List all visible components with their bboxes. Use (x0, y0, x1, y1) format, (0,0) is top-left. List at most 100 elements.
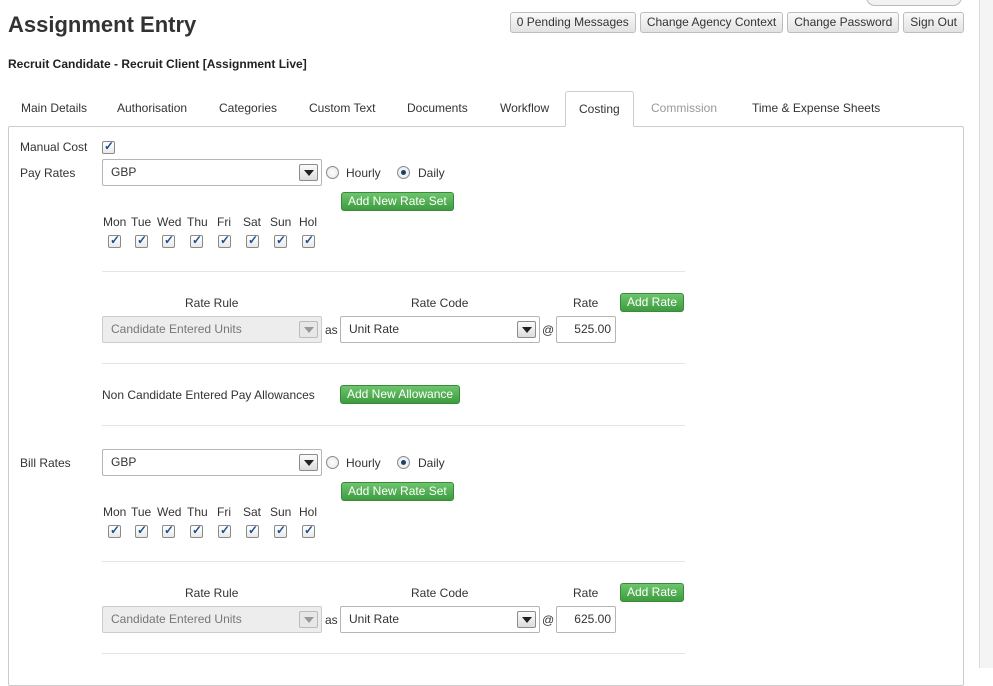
pending-messages-button[interactable]: 0 Pending Messages (509, 12, 636, 33)
pay-day-checkbox[interactable]: ✓ (190, 233, 203, 248)
bill-daily-label: Daily (418, 456, 445, 470)
divider (102, 271, 685, 272)
at-label: @ (542, 613, 555, 627)
pay-day-checkbox[interactable]: ✓ (135, 233, 148, 248)
tab-commission: Commission (651, 101, 718, 115)
divider (102, 561, 685, 562)
bill-day-label: Sun (270, 505, 292, 519)
pay-day-checkbox[interactable]: ✓ (302, 233, 315, 248)
bill-day-checkbox[interactable]: ✓ (135, 523, 148, 538)
change-password-button[interactable]: Change Password (787, 12, 900, 33)
page-title: Assignment Entry (8, 12, 197, 37)
pay-hourly-label: Hourly (346, 166, 381, 180)
check-icon: ✓ (137, 523, 148, 537)
bill-rate-rule-select: Candidate Entered Units (102, 606, 322, 633)
sign-out-button[interactable]: Sign Out (903, 12, 964, 33)
check-icon: ✓ (276, 523, 287, 537)
bill-currency-select[interactable]: GBP (102, 449, 322, 476)
pay-add-rate-set-button[interactable]: Add New Rate Set (341, 192, 454, 211)
pay-rate-rule-select: Candidate Entered Units (102, 316, 322, 343)
pay-day-label: Sun (270, 215, 292, 229)
check-icon: ✓ (164, 233, 175, 247)
tab-categories[interactable]: Categories (206, 91, 290, 127)
pay-add-rate-button[interactable]: Add Rate (620, 293, 685, 312)
at-label: @ (542, 323, 555, 337)
manual-cost-checkbox[interactable]: ✓ (102, 139, 115, 154)
check-icon: ✓ (304, 523, 315, 537)
bill-rate-rule-header: Rate Rule (185, 586, 239, 600)
as-label: as (325, 613, 338, 627)
bill-hourly-label: Hourly (346, 456, 381, 470)
tab-bar: Main Details Authorisation Categories Cu… (8, 91, 964, 127)
bill-day-label: Tue (131, 505, 152, 519)
tab-custom-text[interactable]: Custom Text (296, 91, 388, 127)
bill-hourly-radio[interactable] (326, 456, 339, 469)
header-toolbar: 0 Pending Messages Change Agency Context… (509, 12, 964, 33)
check-icon: ✓ (110, 233, 121, 247)
check-icon: ✓ (220, 523, 231, 537)
bill-rates-label: Bill Rates (20, 456, 71, 470)
bill-add-rate-set-button[interactable]: Add New Rate Set (341, 482, 454, 501)
bill-rate-rule-value: Candidate Entered Units (111, 612, 242, 626)
pay-rate-code-value: Unit Rate (349, 322, 400, 336)
bill-rate-code-select[interactable]: Unit Rate (340, 606, 540, 633)
tab-main-details[interactable]: Main Details (8, 91, 100, 127)
clipped-top-button[interactable] (866, 0, 962, 6)
bill-day-checkbox[interactable]: ✓ (302, 523, 315, 538)
tab-workflow[interactable]: Workflow (487, 91, 562, 127)
bill-day-label: Fri (217, 505, 231, 519)
bill-day-checkbox[interactable]: ✓ (162, 523, 175, 538)
check-icon: ✓ (248, 233, 259, 247)
pay-rate-header: Rate (573, 296, 599, 310)
pay-daily-label: Daily (418, 166, 445, 180)
pay-rate-rule-value: Candidate Entered Units (111, 322, 242, 336)
bill-rate-input[interactable]: 625.00 (556, 606, 616, 633)
tab-documents[interactable]: Documents (394, 91, 481, 127)
bill-day-checkbox[interactable]: ✓ (218, 523, 231, 538)
pay-day-label: Thu (187, 215, 208, 229)
bill-day-label: Hol (299, 505, 318, 519)
tab-costing[interactable]: Costing (565, 91, 634, 127)
check-icon: ✓ (192, 523, 203, 537)
bill-daily-radio[interactable] (397, 456, 410, 469)
tab-authorisation[interactable]: Authorisation (104, 91, 200, 127)
change-agency-context-button[interactable]: Change Agency Context (639, 12, 784, 33)
check-icon: ✓ (137, 233, 148, 247)
check-icon: ✓ (192, 233, 203, 247)
pay-rate-code-select[interactable]: Unit Rate (340, 316, 540, 343)
bill-day-checkbox[interactable]: ✓ (190, 523, 203, 538)
pay-day-checkbox[interactable]: ✓ (162, 233, 175, 248)
pay-day-checkbox[interactable]: ✓ (108, 233, 121, 248)
pay-rate-rule-header: Rate Rule (185, 296, 239, 310)
check-icon: ✓ (104, 139, 115, 153)
pay-day-checkbox[interactable]: ✓ (274, 233, 287, 248)
pay-day-checkbox[interactable]: ✓ (218, 233, 231, 248)
divider (102, 363, 685, 364)
pay-rate-input[interactable]: 525.00 (556, 316, 616, 343)
chevron-down-icon (517, 611, 536, 628)
bill-day-checkbox[interactable]: ✓ (108, 523, 121, 538)
assignment-subtitle: Recruit Candidate - Recruit Client [Assi… (8, 57, 307, 71)
pay-currency-select[interactable]: GBP (102, 159, 322, 186)
chevron-down-icon (299, 164, 318, 181)
pay-daily-radio[interactable] (397, 166, 410, 179)
bill-day-checkbox[interactable]: ✓ (274, 523, 287, 538)
pay-hourly-radio[interactable] (326, 166, 339, 179)
bill-currency-value: GBP (111, 455, 137, 469)
divider (102, 425, 685, 426)
divider (102, 653, 685, 654)
bill-rate-code-header: Rate Code (411, 586, 469, 600)
check-icon: ✓ (304, 233, 315, 247)
bill-add-rate-button[interactable]: Add Rate (620, 583, 685, 602)
costing-panel: Manual Cost ✓ Pay Rates GBP Hourly Daily… (8, 126, 964, 686)
bill-day-label: Mon (103, 505, 127, 519)
manual-cost-label: Manual Cost (20, 140, 88, 154)
add-allowance-button[interactable]: Add New Allowance (340, 385, 461, 404)
tab-time-expense-sheets[interactable]: Time & Expense Sheets (739, 91, 893, 127)
check-icon: ✓ (110, 523, 121, 537)
pay-day-label: Fri (217, 215, 231, 229)
check-icon: ✓ (164, 523, 175, 537)
bill-day-checkbox[interactable]: ✓ (246, 523, 259, 538)
pay-day-checkbox[interactable]: ✓ (246, 233, 259, 248)
chevron-down-icon (299, 611, 318, 628)
